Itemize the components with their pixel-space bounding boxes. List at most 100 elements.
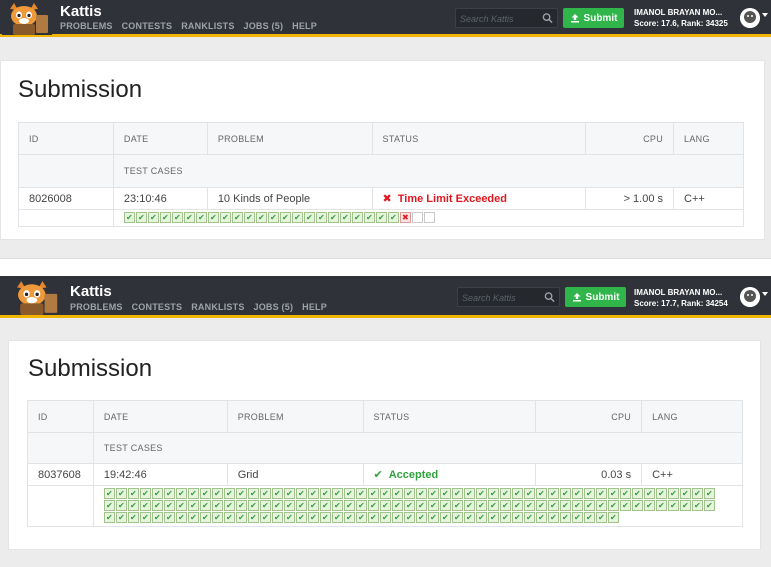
test-case-accepted[interactable]: ✔ [115,512,127,523]
caret-down-icon[interactable] [762,13,768,17]
test-case-accepted[interactable]: ✔ [391,512,403,523]
test-case-accepted[interactable]: ✔ [387,212,399,223]
test-case-accepted[interactable]: ✔ [259,512,271,523]
test-case-accepted[interactable]: ✔ [199,488,211,499]
test-case-accepted[interactable]: ✔ [135,212,147,223]
test-case-accepted[interactable]: ✔ [331,500,343,511]
test-case-accepted[interactable]: ✔ [355,500,367,511]
test-case-accepted[interactable]: ✔ [595,512,607,523]
test-case-accepted[interactable]: ✔ [367,488,379,499]
test-case-accepted[interactable]: ✔ [139,512,151,523]
test-case-accepted[interactable]: ✔ [151,500,163,511]
nav-contests[interactable]: CONTESTS [132,302,183,312]
test-case-accepted[interactable]: ✔ [103,488,115,499]
test-case-accepted[interactable]: ✔ [307,512,319,523]
test-case-accepted[interactable]: ✔ [511,500,523,511]
test-case-accepted[interactable]: ✔ [271,500,283,511]
avatar-icon[interactable] [740,287,760,307]
test-case-accepted[interactable]: ✔ [499,488,511,499]
test-case-accepted[interactable]: ✔ [487,512,499,523]
nav-help[interactable]: HELP [302,302,327,312]
test-case-accepted[interactable]: ✔ [511,512,523,523]
test-case-accepted[interactable]: ✔ [403,512,415,523]
test-case-accepted[interactable]: ✔ [595,488,607,499]
test-case-accepted[interactable]: ✔ [655,488,667,499]
test-case-accepted[interactable]: ✔ [391,500,403,511]
test-case-accepted[interactable]: ✔ [499,500,511,511]
test-case-accepted[interactable]: ✔ [267,212,279,223]
test-case-accepted[interactable]: ✔ [103,500,115,511]
nav-jobs[interactable]: JOBS (5) [254,302,294,312]
search-input[interactable] [460,11,536,26]
test-case-accepted[interactable]: ✔ [643,500,655,511]
test-case-accepted[interactable]: ✔ [667,500,679,511]
test-case-accepted[interactable]: ✔ [643,488,655,499]
test-case-accepted[interactable]: ✔ [363,212,375,223]
test-case-accepted[interactable]: ✔ [199,500,211,511]
test-case-accepted[interactable]: ✔ [475,488,487,499]
test-case-accepted[interactable]: ✔ [319,512,331,523]
test-case-accepted[interactable]: ✔ [451,488,463,499]
test-case-accepted[interactable]: ✔ [307,500,319,511]
test-case-accepted[interactable]: ✔ [123,212,135,223]
test-case-accepted[interactable]: ✔ [291,212,303,223]
test-case-accepted[interactable]: ✔ [247,488,259,499]
test-case-accepted[interactable]: ✔ [231,212,243,223]
problem-link[interactable]: 10 Kinds of People [206,187,373,210]
test-case-accepted[interactable]: ✔ [571,512,583,523]
test-case-accepted[interactable]: ✔ [343,488,355,499]
nav-ranklists[interactable]: RANKLISTS [181,21,234,31]
avatar-icon[interactable] [740,8,760,28]
test-case-failed[interactable]: ✖ [399,212,411,223]
test-case-accepted[interactable]: ✔ [279,212,291,223]
test-case-accepted[interactable]: ✔ [343,500,355,511]
test-case-accepted[interactable]: ✔ [319,488,331,499]
test-case-accepted[interactable]: ✔ [351,212,363,223]
test-case-accepted[interactable]: ✔ [183,212,195,223]
nav-problems[interactable]: PROBLEMS [70,302,123,312]
test-case-accepted[interactable]: ✔ [583,500,595,511]
test-case-accepted[interactable]: ✔ [147,212,159,223]
brand-name[interactable]: Kattis [60,3,102,20]
test-case-accepted[interactable]: ✔ [103,512,115,523]
test-case-accepted[interactable]: ✔ [307,488,319,499]
test-case-accepted[interactable]: ✔ [303,212,315,223]
test-case-accepted[interactable]: ✔ [703,488,715,499]
test-case-accepted[interactable]: ✔ [271,488,283,499]
test-case-accepted[interactable]: ✔ [619,500,631,511]
test-case-accepted[interactable]: ✔ [679,488,691,499]
test-case-accepted[interactable]: ✔ [415,500,427,511]
test-case-accepted[interactable]: ✔ [175,500,187,511]
test-case-accepted[interactable]: ✔ [235,512,247,523]
test-case-accepted[interactable]: ✔ [559,512,571,523]
test-case-accepted[interactable]: ✔ [463,488,475,499]
test-case-accepted[interactable]: ✔ [163,512,175,523]
test-case-accepted[interactable]: ✔ [355,488,367,499]
test-case-accepted[interactable]: ✔ [523,512,535,523]
test-case-accepted[interactable]: ✔ [403,488,415,499]
test-case-accepted[interactable]: ✔ [583,488,595,499]
test-case-accepted[interactable]: ✔ [427,500,439,511]
test-case-accepted[interactable]: ✔ [295,512,307,523]
test-case-accepted[interactable]: ✔ [367,500,379,511]
test-case-accepted[interactable]: ✔ [331,512,343,523]
test-case-accepted[interactable]: ✔ [151,488,163,499]
test-case-accepted[interactable]: ✔ [243,212,255,223]
test-case-accepted[interactable]: ✔ [595,500,607,511]
test-case-accepted[interactable]: ✔ [487,488,499,499]
kattis-cat-logo-icon[interactable] [8,279,62,315]
user-info[interactable]: IMANOL BRAYAN MO... Score: 17.7, Rank: 3… [634,287,728,309]
test-case-accepted[interactable]: ✔ [175,488,187,499]
nav-jobs[interactable]: JOBS (5) [244,21,284,31]
test-case-accepted[interactable]: ✔ [235,488,247,499]
test-case-not-run[interactable] [423,212,435,223]
test-case-accepted[interactable]: ✔ [535,512,547,523]
submit-button[interactable]: Submit [565,287,626,307]
test-case-accepted[interactable]: ✔ [211,512,223,523]
test-case-accepted[interactable]: ✔ [547,512,559,523]
test-case-accepted[interactable]: ✔ [703,500,715,511]
test-case-accepted[interactable]: ✔ [283,488,295,499]
problem-link[interactable]: Grid [226,463,364,486]
test-case-accepted[interactable]: ✔ [327,212,339,223]
test-case-not-run[interactable] [411,212,423,223]
